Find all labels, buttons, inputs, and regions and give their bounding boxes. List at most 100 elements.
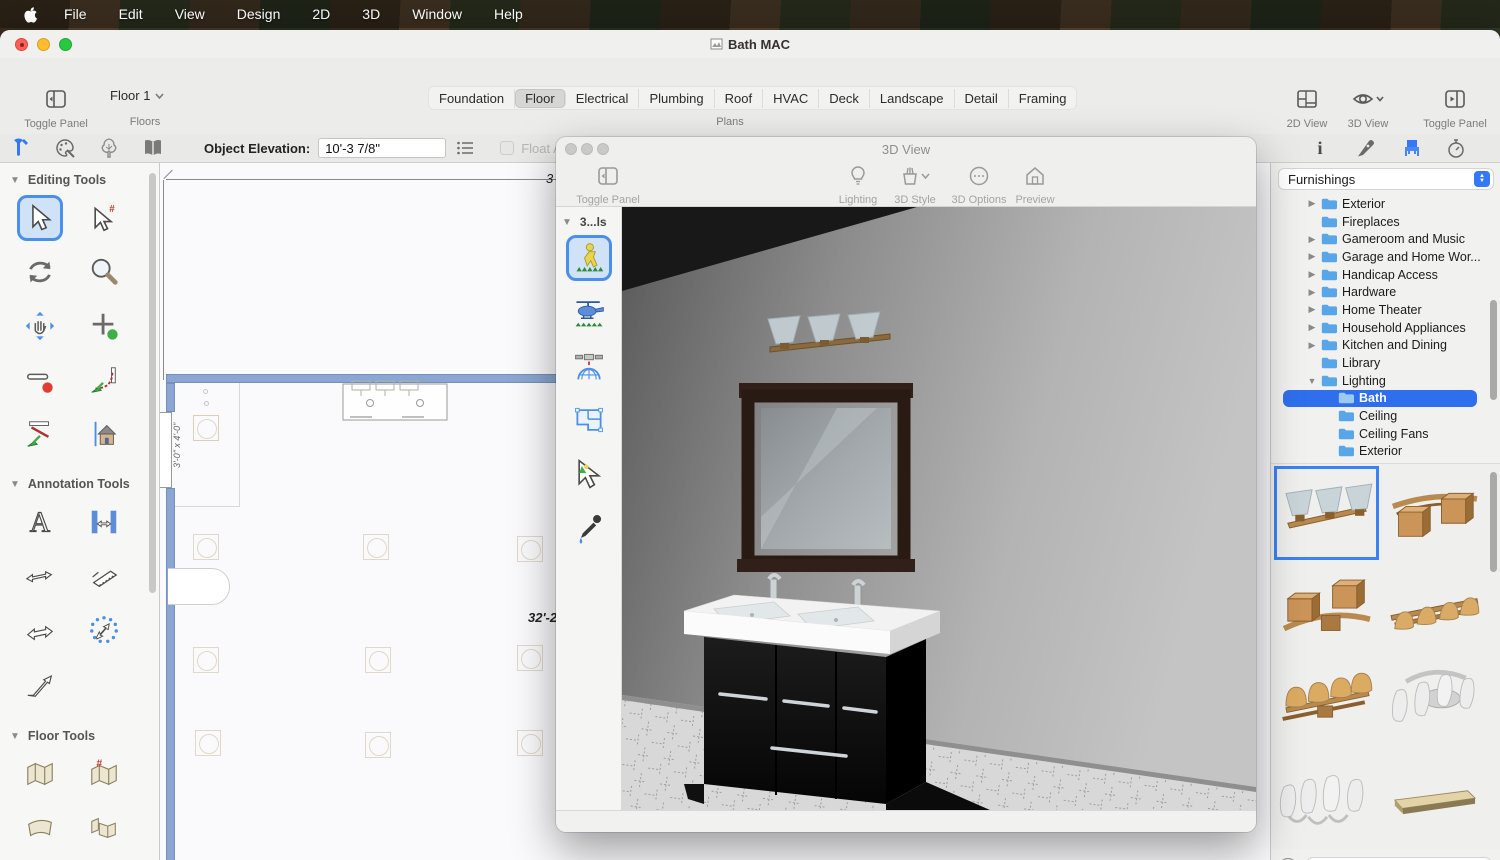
disclosure-icon[interactable]: ▶ [1307, 269, 1317, 280]
eyedropper-tool[interactable] [556, 501, 622, 555]
chamfer-lines-tool[interactable] [12, 407, 68, 461]
library-category-select[interactable]: Furnishings ▲▼ [1278, 168, 1494, 190]
tab-electrical[interactable]: Electrical [566, 89, 640, 108]
library-book-icon[interactable] [142, 137, 164, 159]
tree-item-ceiling[interactable]: Ceiling [1271, 407, 1500, 425]
3d-view-window[interactable]: 3D View Toggle Panel Lighting [556, 137, 1256, 832]
adjust-view-tool[interactable] [556, 447, 622, 501]
disclosure-icon[interactable]: ▶ [1307, 234, 1317, 245]
build-new-floor-tool[interactable] [12, 747, 68, 801]
fixture-thumbnail-chrome-vanity[interactable] [1274, 754, 1379, 848]
place-point-tool[interactable] [76, 299, 132, 353]
fixture-thumbnail-glass-cone-bar[interactable] [1274, 466, 1379, 560]
toggle-panel-right-button[interactable]: Toggle Panel [1412, 88, 1498, 130]
elevation-list-icon[interactable] [456, 140, 474, 156]
3d-window-titlebar[interactable]: 3D View [556, 137, 1256, 161]
tree-item-lighting[interactable]: ▼ Lighting [1271, 372, 1500, 390]
menu-3d[interactable]: 3D [362, 6, 380, 22]
vanity-plan-symbol[interactable] [342, 380, 450, 426]
tree-item-kitchen-dining[interactable]: ▶ Kitchen and Dining [1271, 337, 1500, 355]
tree-item-handicap[interactable]: ▶ Handicap Access [1271, 266, 1500, 284]
tree-item-home-theater[interactable]: ▶ Home Theater [1271, 301, 1500, 319]
float-above-topography-checkbox[interactable] [500, 141, 514, 155]
fixture-thumbnail-linear-bar[interactable] [1381, 754, 1486, 848]
object-elevation-input[interactable] [318, 138, 446, 158]
tree-item-library[interactable]: Library [1271, 354, 1500, 372]
palette-scrollbar[interactable] [149, 173, 156, 593]
point-to-point-dimension-tool[interactable] [76, 603, 132, 657]
toggle-panel-left-button[interactable]: Toggle Panel [12, 88, 100, 130]
close-button[interactable] [565, 143, 577, 155]
swap-floor-tool[interactable] [76, 801, 132, 855]
search-field[interactable] [1306, 857, 1492, 860]
floor-tools-header[interactable]: ▼ Floor Tools [10, 729, 159, 743]
stopwatch-tab-icon[interactable] [1445, 137, 1467, 159]
fillet-lines-tool[interactable] [76, 353, 132, 407]
reference-floor-tool[interactable] [12, 801, 68, 855]
tab-floor[interactable]: Floor [515, 89, 566, 108]
interior-dimension-tool[interactable] [76, 495, 132, 549]
text-tool[interactable]: A [12, 495, 68, 549]
disclosure-icon[interactable]: ▶ [1307, 287, 1317, 298]
wall-left-lower[interactable] [166, 488, 175, 860]
tab-landscape[interactable]: Landscape [870, 89, 955, 108]
tab-framing[interactable]: Framing [1009, 89, 1077, 108]
delete-object-tool[interactable] [12, 353, 68, 407]
3d-viewport[interactable] [622, 207, 1256, 810]
tab-deck[interactable]: Deck [819, 89, 870, 108]
tree-scrollbar[interactable] [1490, 300, 1497, 400]
zoom-tool[interactable] [76, 245, 132, 299]
info-tab-icon[interactable]: i [1309, 137, 1331, 159]
3d-view-button[interactable]: 3D View [1340, 88, 1396, 130]
menu-file[interactable]: File [64, 6, 87, 22]
wall-left-upper[interactable] [166, 383, 175, 412]
tree-item-ceiling-fans[interactable]: Ceiling Fans [1271, 425, 1500, 443]
disclosure-icon[interactable]: ▶ [1307, 304, 1317, 315]
results-scrollbar[interactable] [1490, 472, 1497, 572]
2d-view-button[interactable]: 2D View [1278, 88, 1336, 130]
3d-style-button[interactable]: 3D Style [888, 165, 942, 206]
fixture-thumbnail-wood-cube-bar-reversed[interactable] [1274, 562, 1379, 656]
menu-help[interactable]: Help [494, 6, 523, 22]
preview-button[interactable]: Preview [1008, 165, 1062, 206]
tree-item-hardware[interactable]: ▶ Hardware [1271, 283, 1500, 301]
tree-item-exterior[interactable]: ▶ Exterior [1271, 195, 1500, 213]
plan-view-tool[interactable] [556, 393, 622, 447]
tree-item-fireplaces[interactable]: Fireplaces [1271, 213, 1500, 231]
walkthrough-tool[interactable] [556, 231, 622, 285]
tab-roof[interactable]: Roof [715, 89, 763, 108]
tab-hvac[interactable]: HVAC [763, 89, 819, 108]
fixture-thumbnail-dome-bar[interactable] [1381, 562, 1486, 656]
furnishings-chair-tab-icon[interactable] [1401, 137, 1423, 159]
pan-tool[interactable] [12, 299, 68, 353]
tree-item-garage[interactable]: ▶ Garage and Home Wor... [1271, 248, 1500, 266]
reference-display-tool[interactable] [76, 407, 132, 461]
disclosure-icon[interactable]: ▼ [1307, 376, 1317, 386]
tab-detail[interactable]: Detail [955, 89, 1009, 108]
menu-design[interactable]: Design [237, 6, 281, 22]
disclosure-icon[interactable]: ▶ [1307, 198, 1317, 209]
rotate-tool[interactable] [12, 245, 68, 299]
minimize-button[interactable] [581, 143, 593, 155]
tab-foundation[interactable]: Foundation [429, 89, 515, 108]
menu-window[interactable]: Window [412, 6, 462, 22]
annotation-tools-header[interactable]: ▼ Annotation Tools [10, 477, 159, 491]
tree-item-exterior-lighting[interactable]: Exterior [1271, 443, 1500, 461]
floor-selector[interactable]: Floor 1 [110, 88, 164, 103]
menu-2d[interactable]: 2D [312, 6, 330, 22]
leader-line-tool[interactable] [12, 657, 68, 711]
door-panel[interactable] [160, 412, 172, 488]
tab-select-tool[interactable]: # [76, 191, 132, 245]
tree-item-household-appliances[interactable]: ▶ Household Appliances [1271, 319, 1500, 337]
tree-item-bath[interactable]: Bath [1271, 390, 1500, 408]
tab-plumbing[interactable]: Plumbing [639, 89, 714, 108]
angular-dimension-tool[interactable] [76, 549, 132, 603]
end-to-end-dimension-tool[interactable] [12, 549, 68, 603]
disclosure-icon[interactable]: ▶ [1307, 251, 1317, 262]
manual-dimension-tool[interactable] [12, 603, 68, 657]
menu-edit[interactable]: Edit [119, 6, 143, 22]
tree-item-gameroom[interactable]: ▶ Gameroom and Music [1271, 230, 1500, 248]
disclosure-icon[interactable]: ▶ [1307, 340, 1317, 351]
build-tools-icon[interactable] [10, 137, 32, 159]
terrain-tree-icon[interactable] [98, 137, 120, 159]
